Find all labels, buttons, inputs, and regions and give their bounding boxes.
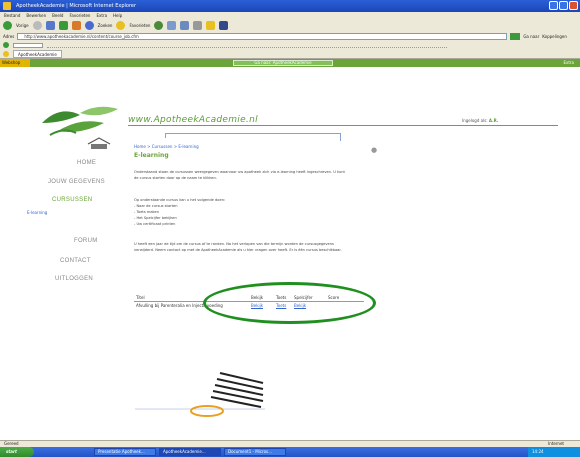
- site-extra-link[interactable]: Extra: [563, 59, 574, 67]
- search-label[interactable]: Zoeken: [98, 23, 113, 28]
- taskbar-item[interactable]: Presentatie Apotheek...: [94, 448, 156, 456]
- window-titlebar: ApotheekAcademie | Microsoft Internet Ex…: [0, 0, 580, 12]
- windows-taskbar: start Presentatie Apotheek... ApotheekAc…: [0, 447, 580, 457]
- menu-file[interactable]: Bestand: [4, 12, 20, 19]
- links-toolbar: [0, 41, 580, 49]
- site-top-bar: Webshop Ga naar: ApotheekAcademie Extra: [0, 59, 580, 67]
- home-icon[interactable]: [71, 21, 81, 30]
- stop-icon[interactable]: [45, 21, 55, 30]
- content-frame-right: [340, 133, 341, 141]
- minimize-button[interactable]: [549, 1, 558, 10]
- search-icon[interactable]: [84, 21, 94, 30]
- toolbar-search-input[interactable]: [13, 42, 43, 48]
- window-title: ApotheekAcademie | Microsoft Internet Ex…: [16, 3, 137, 9]
- taskbar-item[interactable]: Document1 - Micros...: [224, 448, 286, 456]
- links-label[interactable]: Koppelingen: [542, 34, 567, 39]
- tab-bar: ApotheekAcademie: [0, 49, 580, 59]
- start-button[interactable]: start: [0, 447, 34, 457]
- browser-toolbar: Vorige Zoeken Favorieten: [0, 19, 580, 32]
- go-icon[interactable]: [510, 33, 521, 40]
- menu-bar: Bestand Bewerken Beeld Favorieten Extra …: [0, 12, 580, 19]
- system-tray: 14:24: [528, 447, 580, 457]
- login-prefix: Ingelogd als:: [462, 118, 488, 123]
- favorites-label[interactable]: Favorieten: [129, 23, 150, 28]
- folder-icon[interactable]: [206, 21, 216, 30]
- maximize-button[interactable]: [559, 1, 568, 10]
- nav-my-data[interactable]: JOUW GEGEVENS: [48, 179, 105, 185]
- login-user[interactable]: A.R.: [489, 118, 498, 123]
- highlight-ellipse: [203, 282, 376, 324]
- nav-sub-elearning[interactable]: E-learning: [27, 210, 47, 215]
- instructions-block: Op onderstaande cursus kan u het volgend…: [134, 197, 349, 227]
- ie-icon: [3, 2, 11, 10]
- tab-apotheekacademie[interactable]: ApotheekAcademie: [13, 49, 62, 58]
- address-input[interactable]: http://www.apotheekacademie.nl/content/c…: [17, 33, 508, 40]
- nav-logout[interactable]: UITLOGGEN: [55, 276, 93, 282]
- intro-paragraph: Onderstaand staan de cursussen weergegev…: [134, 170, 345, 180]
- content-frame-top: [165, 133, 340, 134]
- menu-favorites[interactable]: Favorieten: [69, 12, 90, 19]
- print-icon[interactable]: [193, 21, 203, 30]
- nav-forum[interactable]: FORUM: [74, 238, 98, 244]
- media-icon[interactable]: [154, 21, 164, 30]
- leaf-logo-icon: [42, 106, 118, 136]
- mail-icon[interactable]: [180, 21, 190, 30]
- status-left: Gereed: [4, 441, 19, 446]
- menu-help[interactable]: Help: [113, 12, 122, 19]
- add-favorite-icon[interactable]: [3, 50, 9, 57]
- toolbar-logo-icon: [3, 42, 9, 48]
- nav-contact[interactable]: CONTACT: [60, 258, 91, 264]
- messenger-icon[interactable]: [219, 21, 229, 30]
- favorites-star-icon[interactable]: [116, 21, 126, 30]
- nav-courses[interactable]: CURSUSSEN: [52, 197, 92, 203]
- site-center-button[interactable]: Ga naar: ApotheekAcademie: [233, 60, 333, 66]
- content-frame-left: [165, 133, 166, 138]
- refresh-icon[interactable]: [58, 21, 68, 30]
- menu-tools[interactable]: Extra: [96, 12, 107, 19]
- taskbar-item[interactable]: ApotheekAcademie...: [159, 448, 221, 456]
- bottom-decoration-image: [135, 372, 265, 417]
- history-icon[interactable]: [167, 21, 177, 30]
- nav-home[interactable]: HOME: [77, 160, 96, 166]
- close-button[interactable]: [569, 1, 578, 10]
- print-dot-icon[interactable]: ●: [371, 146, 377, 154]
- address-label: Adres: [3, 34, 15, 39]
- menu-edit[interactable]: Bewerken: [26, 12, 46, 19]
- login-info: Ingelogd als: A.R.: [462, 118, 498, 123]
- clock: 14:24: [532, 449, 544, 454]
- toolbar-buttons: [47, 43, 447, 48]
- col-title: Titel: [136, 295, 145, 300]
- back-icon[interactable]: [3, 21, 12, 30]
- address-bar: Adres http://www.apotheekacademie.nl/con…: [0, 32, 580, 41]
- note-paragraph: U heeft een jaar de tijd om de cursus af…: [134, 242, 342, 252]
- status-bar: Gereed Internet: [0, 440, 580, 447]
- webshop-link[interactable]: Webshop: [0, 59, 30, 67]
- menu-view[interactable]: Beeld: [52, 12, 63, 19]
- home-house-icon: [87, 137, 111, 149]
- site-logo[interactable]: www.ApotheekAcademie.nl: [128, 115, 258, 125]
- header-divider: [128, 125, 558, 126]
- page-title: E-learning: [134, 152, 169, 159]
- instructions-list: - Naar de cursus starten - Toets maken -…: [134, 203, 349, 227]
- back-label[interactable]: Vorige: [16, 23, 29, 28]
- go-button[interactable]: Ga naar: [523, 34, 539, 39]
- forward-icon[interactable]: [32, 21, 42, 30]
- breadcrumb[interactable]: Home > Cursussen > E-learning: [134, 144, 199, 149]
- list-item: - Uw certificaat printen: [134, 222, 176, 226]
